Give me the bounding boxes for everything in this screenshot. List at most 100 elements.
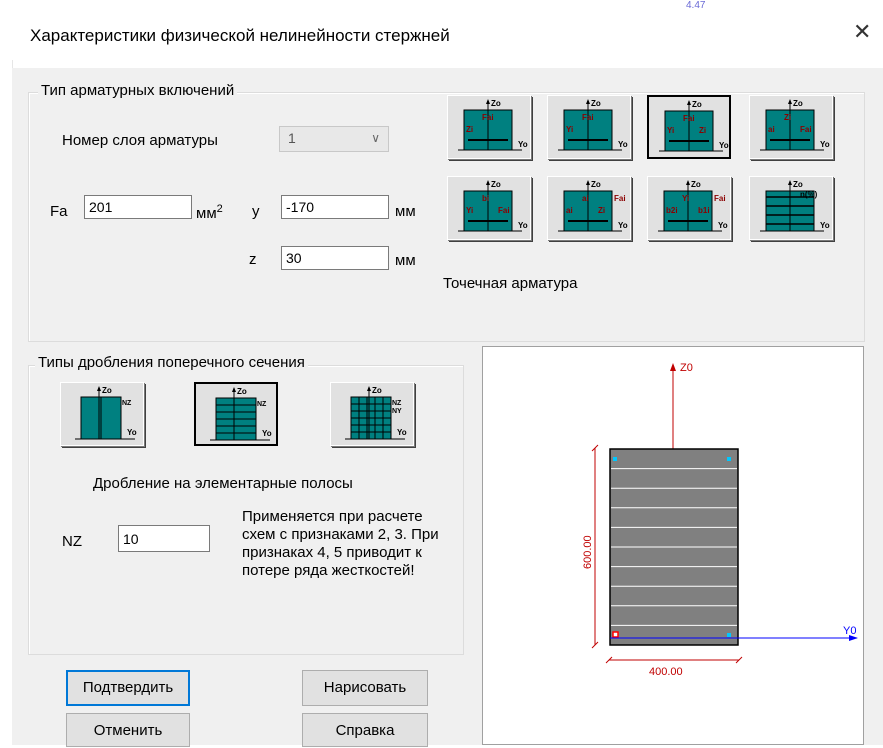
split-note: Применяется при расчете схем с признакам… bbox=[242, 508, 439, 579]
icon-glyph-text: Yo bbox=[262, 429, 272, 438]
fa-unit: мм2 bbox=[196, 203, 223, 222]
split-horizontal-strips-icon[interactable]: Zo NZ Yo bbox=[194, 382, 278, 446]
icon-glyph-text: Zo bbox=[372, 386, 382, 395]
icon-glyph-text: Yo bbox=[127, 428, 137, 437]
rebar-type-3-icon[interactable]: Zo Yo Yi Fai Zi bbox=[647, 95, 731, 159]
split-grid-icon[interactable]: Zo NZ NY Yo bbox=[330, 382, 414, 446]
z-axis-arrow-icon bbox=[670, 363, 676, 371]
z-label: z bbox=[249, 251, 257, 268]
icon-glyph-text: NZ bbox=[392, 400, 402, 407]
z-axis-label: Z0 bbox=[680, 362, 693, 374]
icon-graphic: Zo NZ Yo bbox=[210, 387, 272, 441]
icon-glyph-text: NZ bbox=[122, 400, 132, 407]
icon-glyph-text: Fai bbox=[614, 194, 626, 203]
fa-input[interactable] bbox=[84, 195, 192, 219]
icon-glyph-text: Yo bbox=[820, 221, 830, 230]
icon-glyph-text: Zo bbox=[591, 180, 601, 189]
icon-glyph-text: ai bbox=[768, 125, 775, 134]
dialog-title: Характеристики физической нелинейности с… bbox=[30, 26, 450, 45]
rebar-point bbox=[613, 457, 617, 461]
layer-label: Номер слоя арматуры bbox=[62, 132, 218, 149]
chevron-down-icon: ∨ bbox=[371, 131, 380, 145]
icon-glyph-text: bi bbox=[482, 194, 489, 203]
height-dimension-label: 600.00 bbox=[582, 535, 594, 569]
nz-label: NZ bbox=[62, 533, 82, 550]
close-icon[interactable]: ✕ bbox=[853, 20, 871, 45]
z-input[interactable] bbox=[281, 246, 389, 270]
width-dimension-label: 400.00 bbox=[649, 666, 683, 678]
icon-glyph-text: Yo bbox=[820, 140, 830, 149]
icon-glyph-text: Fai bbox=[482, 113, 494, 122]
icon-glyph-text: Fai bbox=[714, 194, 726, 203]
icon-glyph-text: Fai bbox=[498, 206, 510, 215]
icon-glyph-text: Zo bbox=[102, 386, 112, 395]
z-unit: мм bbox=[395, 252, 416, 269]
rebar-type-2-icon[interactable]: Zo Yo Yi Fai bbox=[547, 95, 631, 159]
reinforcement-group-label: Тип арматурных включений bbox=[38, 82, 238, 99]
help-button[interactable]: Справка bbox=[302, 713, 428, 747]
icon-graphic: Zo Yo Yi Fai bbox=[558, 99, 628, 151]
icon-glyph-text: Zo bbox=[691, 180, 701, 189]
icon-glyph-text: Zo bbox=[491, 180, 501, 189]
icon-glyph-text: Yo bbox=[518, 140, 528, 149]
icon-glyph-text: ai bbox=[582, 194, 589, 203]
y-axis-label: Y0 bbox=[843, 625, 856, 637]
rebar-point bbox=[727, 633, 731, 637]
icon-glyph-text: Fai bbox=[800, 125, 812, 134]
icon-glyph-text: Yo bbox=[719, 141, 729, 150]
icon-glyph-text: Yo bbox=[618, 140, 628, 149]
icon-glyph-text: Zi bbox=[784, 113, 791, 122]
rebar-type-5-icon[interactable]: Zo Yo Yi bi Fai bbox=[447, 176, 531, 240]
icon-glyph-text: Yi bbox=[667, 126, 674, 135]
icon-graphic: Zo NZ Yo bbox=[75, 386, 137, 440]
icon-graphic: Zo Yo b2i Yi b1i Fai bbox=[658, 180, 728, 232]
section-drawing: Z0 Y0 600.00 400.00 bbox=[582, 362, 858, 678]
icon-glyph-text: NY bbox=[392, 408, 402, 415]
rebar-type-7-icon[interactable]: Zo Yo b2i Yi b1i Fai bbox=[647, 176, 731, 240]
icon-graphic: Zo NZNY Yo bbox=[345, 386, 407, 440]
selected-rebar-point bbox=[612, 631, 619, 638]
icon-graphic: Zo Yo Zi Fai bbox=[458, 99, 528, 151]
cancel-button[interactable]: Отменить bbox=[66, 713, 190, 747]
icon-glyph-text: Zo bbox=[692, 100, 702, 109]
rebar-type-8-icon[interactable]: Zo Yo n(%) bbox=[749, 176, 833, 240]
rebar-point bbox=[727, 457, 731, 461]
draw-button[interactable]: Нарисовать bbox=[302, 670, 428, 706]
split-caption: Дробление на элементарные полосы bbox=[93, 475, 353, 492]
rebar-type-4-icon[interactable]: Zo Yo ai Zi Fai bbox=[749, 95, 833, 159]
icon-graphic: Zo Yo Yi Fai Zi bbox=[659, 100, 729, 152]
icon-glyph-text: Yo bbox=[618, 221, 628, 230]
icon-glyph-text: Yi bbox=[566, 125, 573, 134]
rebar-type-6-icon[interactable]: Zo Yo ai ai Zi Fai bbox=[547, 176, 631, 240]
confirm-button[interactable]: Подтвердить bbox=[66, 670, 190, 706]
fa-unit-sup: 2 bbox=[216, 203, 223, 215]
layer-select-value: 1 bbox=[288, 130, 296, 146]
icon-graphic: Zo Yo Yibi Fai bbox=[458, 180, 528, 232]
split-group-label: Типы дробления поперечного сечения bbox=[35, 354, 308, 371]
nz-input[interactable] bbox=[118, 525, 210, 552]
icon-glyph-text: n(%) bbox=[800, 190, 818, 199]
y-input[interactable] bbox=[281, 195, 389, 219]
fa-label: Fa bbox=[50, 203, 68, 220]
section-preview: Z0 Y0 600.00 400.00 bbox=[482, 346, 864, 745]
icon-glyph-text: ai bbox=[566, 206, 573, 215]
icon-glyph-text: Zo bbox=[793, 180, 803, 189]
icon-glyph-text: Yi bbox=[682, 194, 689, 203]
layer-select[interactable]: 1 ∨ bbox=[279, 126, 389, 152]
icon-glyph-text: Zo bbox=[591, 99, 601, 108]
background-app-text: 4.47 bbox=[686, 0, 706, 11]
split-vertical-strips-icon[interactable]: Zo NZ Yo bbox=[60, 382, 144, 446]
rebar-type-1-icon[interactable]: Zo Yo Zi Fai bbox=[447, 95, 531, 159]
icon-glyph-text: Zi bbox=[466, 125, 473, 134]
icon-glyph-text: Zo bbox=[491, 99, 501, 108]
icon-graphic: Zo Yo ai Zi Fai bbox=[760, 99, 830, 151]
icon-glyph-text: Zi bbox=[598, 206, 605, 215]
icon-glyph-text: Zo bbox=[793, 99, 803, 108]
icon-graphic: Zo Yo aiai Zi Fai bbox=[558, 180, 628, 232]
icon-glyph-text: b1i bbox=[698, 206, 710, 215]
icon-glyph-text: Zi bbox=[699, 126, 706, 135]
icon-glyph-text: NZ bbox=[257, 401, 267, 408]
icon-glyph-text: b2i bbox=[666, 206, 678, 215]
icon-graphic: Zo Yo n(%) bbox=[760, 180, 830, 232]
y-unit: мм bbox=[395, 203, 416, 220]
